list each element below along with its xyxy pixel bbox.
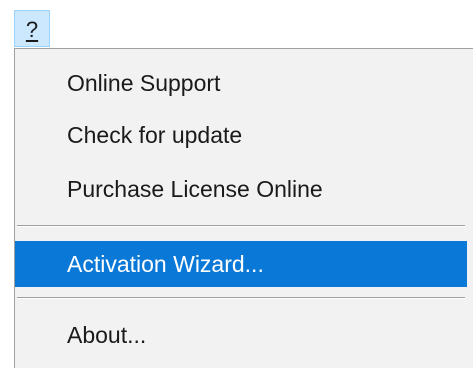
menu-item-activation-wizard[interactable]: Activation Wizard... [15,241,467,287]
help-menu-button[interactable]: ? [14,10,50,47]
menu-item-online-support[interactable]: Online Support [15,60,467,106]
menu-item-check-for-update[interactable]: Check for update [15,112,467,158]
screenshot-stage: ? Online Support Check for update Purcha… [0,0,473,368]
menu-separator [17,297,465,299]
menu-item-about[interactable]: About... [15,312,467,358]
menu-item-purchase-license-online[interactable]: Purchase License Online [15,166,467,212]
menu-separator [17,225,465,227]
help-dropdown-menu: Online Support Check for update Purchase… [14,48,473,368]
